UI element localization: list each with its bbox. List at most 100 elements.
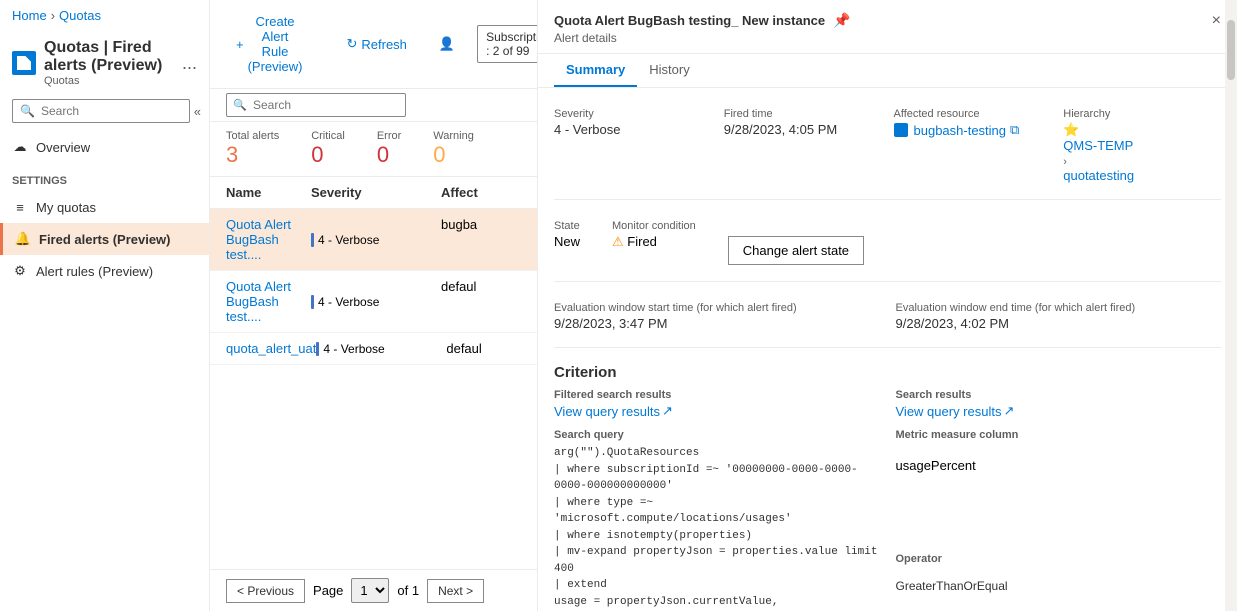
tab-summary[interactable]: Summary: [554, 54, 637, 87]
row-affect: defaul: [446, 341, 526, 356]
page-of-label: of 1: [397, 583, 419, 598]
eval-start-value: 9/28/2023, 3:47 PM: [554, 316, 880, 331]
operator-label: Operator: [896, 553, 1222, 565]
plus-icon: +: [236, 37, 244, 52]
more-options-button[interactable]: ...: [182, 53, 197, 74]
change-alert-state-button[interactable]: Change alert state: [728, 236, 864, 265]
col-severity: Severity: [311, 185, 441, 200]
severity-indicator: [316, 342, 319, 356]
main-search-input[interactable]: [226, 93, 406, 117]
breadcrumb-section[interactable]: Quotas: [59, 8, 101, 23]
previous-button[interactable]: < Previous: [226, 579, 305, 603]
hierarchy-value: ⭐ QMS-TEMP › quotatesting: [1063, 122, 1221, 183]
row-severity: 4 - Verbose: [311, 279, 441, 324]
external-link-icon-2: ↗: [1003, 403, 1014, 419]
row-affect: defaul: [441, 279, 521, 324]
sidebar-search-input[interactable]: [12, 99, 190, 123]
sidebar-item-overview[interactable]: ☁ Overview: [0, 131, 209, 163]
pagination: < Previous Page 1 of 1 Next >: [210, 569, 537, 611]
sidebar: Home › Quotas Quotas | Fired alerts (Pre…: [0, 0, 210, 611]
sidebar-item-fired-alerts[interactable]: 🔔 Fired alerts (Preview): [0, 223, 209, 255]
search-query-label: Search query: [554, 429, 880, 441]
sidebar-search: 🔍: [12, 99, 190, 123]
eval-grid: Evaluation window start time (for which …: [554, 294, 1221, 348]
sidebar-item-my-quotas-label: My quotas: [36, 200, 96, 215]
row-affect: bugba: [441, 217, 521, 262]
refresh-icon: ↻: [346, 36, 357, 52]
sidebar-item-my-quotas[interactable]: ≡ My quotas: [0, 191, 209, 223]
warning-label: Warning: [433, 130, 474, 142]
hierarchy-quota-link[interactable]: quotatesting: [1063, 168, 1221, 183]
collapse-button[interactable]: «: [190, 100, 205, 123]
col-affect: Affect: [441, 185, 521, 200]
detail-panel: Quota Alert BugBash testing_ New instanc…: [537, 0, 1237, 611]
affected-resource-label: Affected resource: [894, 108, 1052, 120]
state-value: New: [554, 234, 580, 249]
hierarchy-label: Hierarchy: [1063, 108, 1221, 120]
tab-history[interactable]: History: [637, 54, 701, 87]
metric-column-label: Metric measure column: [896, 429, 1222, 441]
search-query-section: Search query arg("").QuotaResources | wh…: [554, 429, 880, 611]
error-count: Error 0: [377, 130, 401, 168]
sidebar-item-alert-rules[interactable]: ⚙ Alert rules (Preview): [0, 255, 209, 287]
monitor-info: Monitor condition ⚠ Fired: [612, 220, 696, 250]
eval-start-label: Evaluation window start time (for which …: [554, 302, 880, 314]
rules-icon: ⚙: [12, 263, 28, 279]
list-icon: ≡: [12, 199, 28, 215]
warning-value: 0: [433, 142, 445, 167]
subscription-badge: Subscription : 2 of 99: [477, 25, 537, 63]
manage-alerts-button[interactable]: 👤: [429, 30, 465, 58]
critical-label: Critical: [311, 130, 345, 142]
detail-title-text: Quota Alert BugBash testing_ New instanc…: [554, 13, 825, 28]
criterion-left: Filtered search results View query resul…: [554, 389, 880, 611]
breadcrumb: Home › Quotas: [0, 0, 209, 31]
page-label: Page: [313, 583, 343, 598]
page-select[interactable]: 1: [351, 578, 389, 603]
table-row[interactable]: Quota Alert BugBash test.... 4 - Verbose…: [210, 271, 537, 333]
view-query-results-link-2[interactable]: View query results ↗: [896, 403, 1222, 419]
scrollbar[interactable]: [1225, 0, 1237, 611]
state-row: State New Monitor condition ⚠ Fired Chan…: [554, 212, 1221, 282]
severity-indicator: [311, 233, 314, 247]
page-header: Quotas | Fired alerts (Preview) Quotas .…: [0, 31, 209, 91]
row-name-link[interactable]: Quota Alert BugBash test....: [226, 279, 311, 324]
state-info: State New: [554, 220, 580, 249]
critical-count: Critical 0: [311, 130, 345, 168]
create-alert-rule-button[interactable]: + Create Alert Rule (Preview): [226, 8, 312, 80]
breadcrumb-home[interactable]: Home: [12, 8, 47, 23]
close-button[interactable]: ×: [1212, 12, 1221, 30]
hierarchy-qms-link[interactable]: QMS-TEMP: [1063, 138, 1221, 153]
eval-start-info: Evaluation window start time (for which …: [554, 302, 880, 331]
detail-body: Severity 4 - Verbose Fired time 9/28/202…: [538, 88, 1237, 611]
error-value: 0: [377, 142, 389, 167]
search-results-label: Search results: [896, 389, 1222, 401]
external-link-icon: ↗: [662, 403, 673, 419]
row-name-link[interactable]: Quota Alert BugBash test....: [226, 217, 311, 262]
row-name-link[interactable]: quota_alert_uat: [226, 341, 316, 356]
fired-time-label: Fired time: [724, 108, 882, 120]
view-query-results-link-1[interactable]: View query results ↗: [554, 403, 880, 419]
warning-count: Warning 0: [433, 130, 474, 168]
next-button[interactable]: Next >: [427, 579, 484, 603]
monitor-label: Monitor condition: [612, 220, 696, 232]
alert-icon: 🔔: [15, 231, 31, 247]
copy-icon[interactable]: ⧉: [1010, 122, 1019, 138]
person-icon: 👤: [439, 36, 455, 52]
affected-resource-link[interactable]: bugbash-testing ⧉: [894, 122, 1052, 138]
detail-tabs: Summary History: [538, 54, 1237, 88]
hierarchy-icon: ⭐: [1063, 122, 1079, 137]
table-row[interactable]: Quota Alert BugBash test.... 4 - Verbose…: [210, 209, 537, 271]
fired-time-info: Fired time 9/28/2023, 4:05 PM: [724, 108, 882, 183]
pin-button[interactable]: 📌: [833, 12, 850, 29]
scrollbar-thumb: [1227, 20, 1235, 80]
eval-end-label: Evaluation window end time (for which al…: [896, 302, 1222, 314]
filtered-label: Filtered search results: [554, 389, 880, 401]
sidebar-item-alert-rules-label: Alert rules (Preview): [36, 264, 153, 279]
affected-resource-value: bugbash-testing ⧉: [894, 122, 1052, 138]
refresh-button[interactable]: ↻ Refresh: [336, 30, 416, 58]
sidebar-search-icon: 🔍: [20, 104, 35, 118]
page-title-area: Quotas | Fired alerts (Preview) Quotas: [44, 39, 174, 87]
severity-value: 4 - Verbose: [554, 122, 712, 137]
row-severity: 4 - Verbose: [311, 217, 441, 262]
table-row[interactable]: quota_alert_uat 4 - Verbose defaul: [210, 333, 537, 365]
